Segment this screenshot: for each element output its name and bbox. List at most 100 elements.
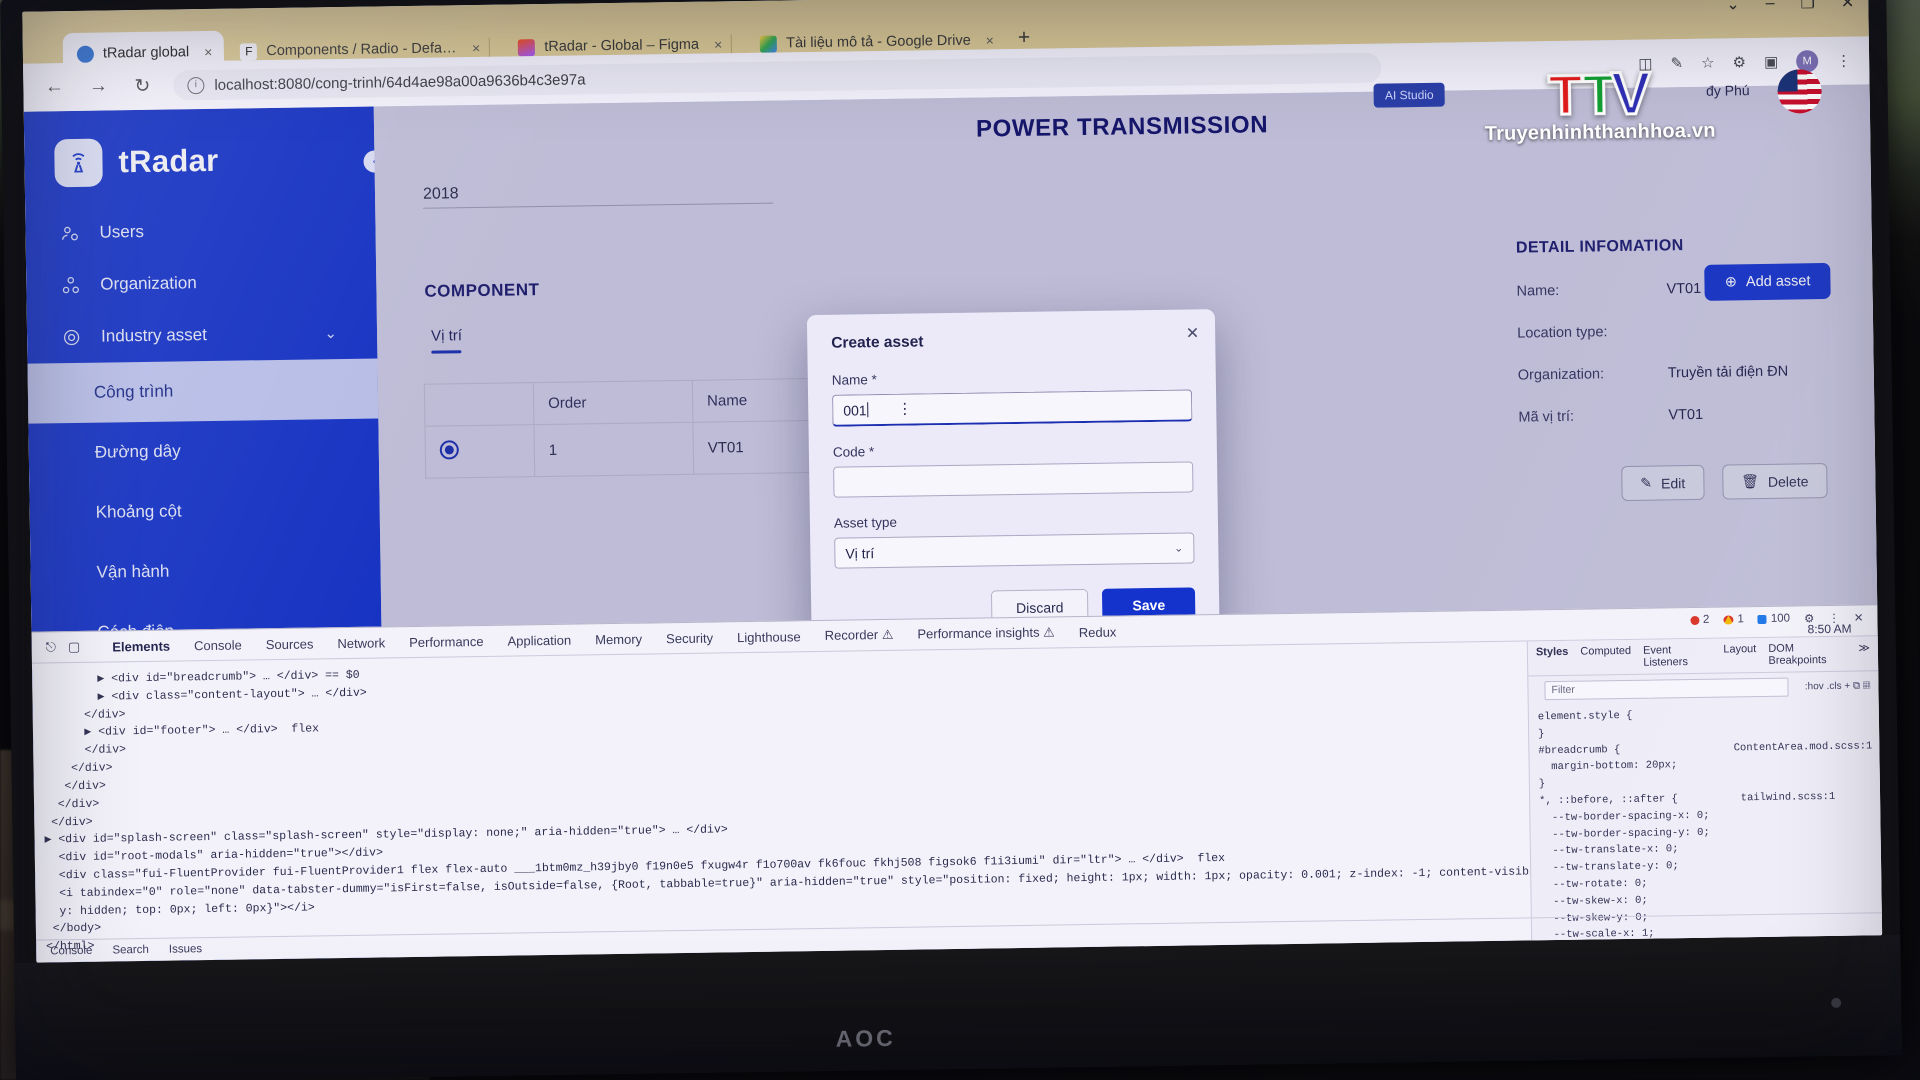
dom-line: ▶ <div id="footer"> … </div> flex	[42, 722, 320, 740]
ttv-logo: T T V	[1469, 58, 1730, 129]
asset-type-label: Asset type	[833, 514, 898, 531]
asset-type-select[interactable]: Vị trí ⌄	[834, 532, 1195, 569]
styles-tab-bar: Styles Computed Event Listeners Layout D…	[1527, 636, 1879, 677]
ai-studio-badge[interactable]: AI Studio	[1373, 82, 1445, 108]
styles-tab-computed[interactable]: Computed	[1580, 645, 1631, 670]
css-line: margin-bottom: 20px;	[1538, 759, 1678, 774]
warning-count-label: 1	[1737, 613, 1744, 626]
error-count[interactable]: 2	[1689, 613, 1710, 626]
styles-filter-controls[interactable]: :hov .cls + ⧉ ▦	[1805, 680, 1871, 692]
styles-filter-input[interactable]: Filter	[1544, 677, 1790, 701]
screenshot-root: AOC tRadar global × F Components / Radio…	[0, 0, 1920, 1080]
devtools-tab-performance[interactable]: Performance	[409, 633, 484, 649]
dom-line: <div id="root-modals" aria-hidden="true"…	[44, 846, 384, 865]
maximize-button[interactable]: ❐	[1800, 0, 1815, 13]
monitor: AOC tRadar global × F Components / Radio…	[0, 0, 1902, 1080]
dom-line: </div>	[43, 779, 106, 794]
dom-line: </div>	[43, 743, 127, 758]
monitor-brand-label: AOC	[835, 1024, 896, 1052]
dom-tree[interactable]: ▶ <div id="breadcrumb"> … </div> == $0 ▶…	[32, 641, 1531, 962]
device-toolbar-icon[interactable]: ▢	[68, 639, 81, 655]
reload-button[interactable]: ↻	[129, 74, 155, 97]
dom-line: ▶ <div id="breadcrumb"> … </div> == $0	[42, 668, 360, 687]
figma-icon: F	[240, 42, 258, 60]
drive-icon	[760, 35, 778, 53]
dom-line: </div>	[44, 815, 93, 829]
bottom-tab-console[interactable]: Console	[50, 945, 92, 958]
dom-line: </div>	[42, 707, 126, 723]
forward-button[interactable]: →	[85, 75, 111, 97]
warning-icon	[1723, 614, 1734, 625]
text-caret	[867, 402, 869, 418]
bottom-tab-search[interactable]: Search	[112, 944, 149, 957]
devtools-tab-redux[interactable]: Redux	[1079, 624, 1117, 640]
css-line: --tw-translate-y: 0;	[1540, 860, 1679, 875]
name-label: Name *	[831, 372, 877, 388]
close-icon[interactable]: ✕	[1186, 323, 1200, 343]
devtools-tab-performance-insights[interactable]: Performance insights ⚠	[917, 624, 1055, 642]
browser-menu-icon[interactable]: ⋮	[1836, 52, 1851, 70]
new-tab-button[interactable]: +	[1018, 26, 1031, 50]
css-line: --tw-translate-x: 0;	[1539, 843, 1679, 858]
site-info-icon[interactable]: i	[187, 76, 205, 94]
devtools-tab-console[interactable]: Console	[194, 637, 242, 653]
minimize-button[interactable]: –	[1766, 0, 1775, 13]
info-count-label: 100	[1770, 612, 1791, 625]
ttv-logo-v: V	[1609, 58, 1653, 129]
inspect-element-icon[interactable]: ⎋	[46, 639, 57, 655]
chevron-down-icon[interactable]: ⌄	[1726, 0, 1740, 14]
tab-close-icon[interactable]: ×	[472, 40, 480, 56]
styles-tab-dom-breakpoints[interactable]: DOM Breakpoints	[1768, 642, 1846, 667]
styles-tab-styles[interactable]: Styles	[1536, 646, 1569, 670]
devtools-close-icon[interactable]: ✕	[1854, 610, 1864, 624]
css-line: --tw-rotate: 0;	[1540, 877, 1648, 892]
dom-line: </body>	[45, 922, 102, 936]
devtools-left-icons: ⎋ ▢	[46, 639, 81, 656]
page-viewport: tRadar ‹ Users	[23, 84, 1883, 963]
flag-canton	[1777, 69, 1798, 92]
ttv-logo-t1: T	[1546, 61, 1584, 128]
css-line: element.style {	[1537, 709, 1633, 724]
info-count[interactable]: 100	[1757, 612, 1791, 625]
modal-title: Create asset	[831, 333, 924, 352]
close-window-button[interactable]: ✕	[1841, 0, 1855, 13]
css-line: --tw-skew-x: 0;	[1540, 894, 1648, 909]
css-line: }	[1538, 778, 1546, 791]
code-field[interactable]	[833, 461, 1194, 498]
tab-label: tRadar global	[102, 44, 190, 62]
monitor-power-button[interactable]	[1831, 997, 1842, 1008]
tradar-icon	[76, 45, 95, 63]
bottom-tab-issues[interactable]: Issues	[169, 943, 202, 955]
tab-label: Components / Radio - Default	[266, 40, 458, 60]
name-field[interactable]: 001 ⋮	[832, 389, 1193, 427]
css-line: #breadcrumb { ContentArea.mod.scss:1	[1538, 739, 1873, 757]
tab-close-icon[interactable]: ×	[204, 44, 212, 60]
sidepanel-icon[interactable]: ▣	[1764, 53, 1778, 71]
devtools-tab-recorder[interactable]: Recorder ⚠	[825, 627, 894, 644]
warning-count[interactable]: 1	[1723, 613, 1744, 625]
devtools-tab-network[interactable]: Network	[337, 635, 385, 651]
devtools-tab-memory[interactable]: Memory	[595, 631, 642, 647]
dom-line: ▶ <div id="splash-screen" class="splash-…	[44, 823, 728, 847]
devtools-tab-elements[interactable]: Elements	[112, 638, 170, 654]
devtools-tab-lighthouse[interactable]: Lighthouse	[737, 629, 801, 645]
styles-tab-layout[interactable]: Layout	[1723, 643, 1756, 667]
styles-tab-event-listeners[interactable]: Event Listeners	[1643, 644, 1712, 668]
name-value: 001	[843, 401, 867, 419]
devtools-tab-security[interactable]: Security	[666, 630, 713, 646]
error-count-label: 2	[1702, 613, 1710, 626]
tab-close-icon[interactable]: ×	[986, 32, 994, 48]
tab-label: tRadar - Global – Figma	[544, 36, 700, 55]
styles-tab-more[interactable]: ≫	[1858, 641, 1870, 665]
tab-close-icon[interactable]: ×	[714, 36, 722, 52]
devtools-tab-sources[interactable]: Sources	[266, 636, 314, 652]
chrome-browser-window: tRadar global × F Components / Radio - D…	[22, 0, 1883, 963]
devtools-tab-application[interactable]: Application	[507, 632, 571, 648]
address-bar-value: localhost:8080/cong-trinh/64d4ae98a00a96…	[214, 70, 586, 94]
chevron-down-icon[interactable]: ⌄	[1174, 542, 1183, 555]
asset-type-value: Vị trí	[845, 544, 875, 562]
extension-puzzle-icon[interactable]: ⚙	[1732, 53, 1746, 71]
back-button[interactable]: ←	[41, 76, 67, 98]
devtools-clock: 8:50 AM	[1807, 621, 1852, 637]
error-icon	[1689, 615, 1700, 625]
